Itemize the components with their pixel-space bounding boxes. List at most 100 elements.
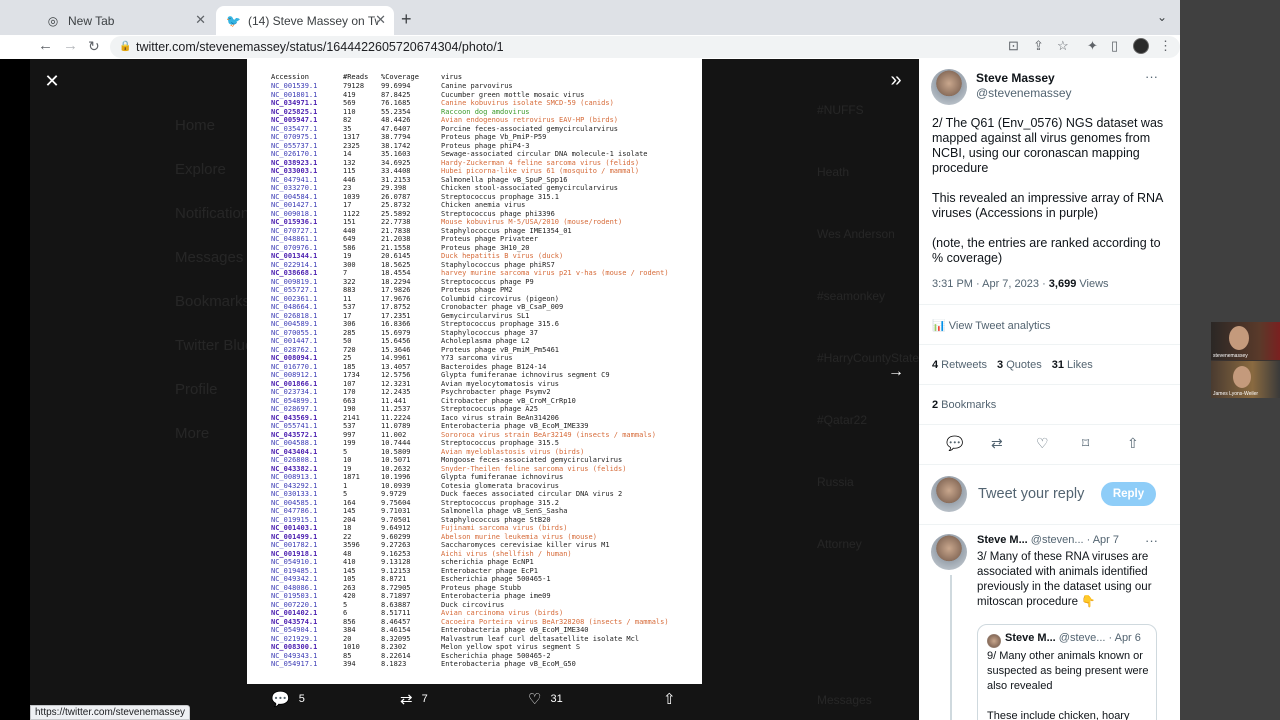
cell-reads: 586 [343, 243, 356, 252]
collapse-panel-icon[interactable]: » [884, 70, 908, 92]
likes-stat[interactable]: 31 Likes [1052, 359, 1093, 371]
quotes-stat[interactable]: 3 Quotes [997, 359, 1042, 371]
tweet-text-2: This revealed an impressive array of RNA… [932, 191, 1163, 220]
cell-coverage: 8.8721 [381, 575, 407, 583]
avatar[interactable] [931, 69, 967, 105]
retweet-action[interactable]: ⇄ 7 [400, 690, 428, 708]
cell-accession: NC_043404.1 [271, 447, 318, 456]
cell-reads: 14 [343, 150, 352, 158]
cell-accession: NC_038923.1 [271, 158, 318, 167]
reply-action[interactable]: 💬 5 [271, 690, 305, 708]
reply-button[interactable]: Reply [1101, 482, 1156, 506]
cell-reads: 20 [343, 634, 352, 643]
install-app-icon[interactable]: ⊡ [1008, 38, 1019, 54]
share-icon[interactable]: ⇧ [1127, 435, 1139, 452]
cell-accession: NC_021929.1 [271, 634, 318, 643]
tab-twitter[interactable]: 🐦 (14) Steve Massey on Twitter: "2/ ✕ [216, 6, 394, 35]
table-row: NC_004589.1 306 16.8366 Streptococcus proph… [271, 320, 691, 329]
avatar[interactable] [931, 534, 967, 570]
quote-handle-date: @steve... · Apr 6 [1055, 632, 1141, 644]
table-row: NC_048086.1 263 8.72905 Proteus phage Stubb [271, 584, 691, 593]
cell-reads: 25 [343, 354, 352, 362]
cell-reads: 537 [343, 422, 356, 430]
tweet-photo[interactable]: Accession #Reads %Coverage virus NC_001539.… [247, 59, 702, 684]
cell-virus-name: Staphylococcus phage IME1354_01 [441, 226, 572, 235]
share-icon[interactable]: ⇪ [1033, 38, 1044, 54]
reply-header[interactable]: Steve M... @steven... · Apr 7 [977, 534, 1119, 546]
cell-coverage: 55.2354 [381, 107, 411, 116]
close-icon[interactable]: ✕ [41, 70, 63, 92]
cell-virus-name: Glypta fumiferanae ichnovirus segment C9 [441, 371, 610, 379]
cell-coverage: 11.002 [381, 430, 407, 439]
retweets-label: Retweets [938, 359, 988, 371]
divider [919, 304, 1180, 305]
cell-reads: 190 [343, 405, 356, 413]
cell-virus-name: Raccoon dog amdovirus [441, 107, 530, 116]
profile-avatar[interactable] [1133, 38, 1149, 54]
cell-coverage: 18.4554 [381, 269, 411, 277]
browser-toolbar: ← → ↻ 🔒 twitter.com/stevenemassey/status… [0, 35, 1180, 59]
bookmark-star-icon[interactable]: ☆ [1057, 38, 1069, 54]
bookmarks-stat[interactable]: 2 Bookmarks [932, 399, 996, 411]
cell-reads: 5 [343, 447, 348, 456]
extensions-puzzle-icon[interactable]: ✦ [1087, 38, 1098, 54]
author-handle[interactable]: @stevenemassey [976, 86, 1072, 100]
close-tab-icon[interactable]: ✕ [375, 13, 386, 27]
reply-icon[interactable]: 💬 [946, 435, 963, 452]
table-row: NC_054910.1 410 9.13128 scherichia phage Ec… [271, 558, 691, 567]
cell-virus-name: harvey murine sarcoma virus p21 v-has (m… [441, 269, 669, 277]
cell-virus-name: Psychrobacter phage Psymv2 [441, 388, 551, 396]
cell-reads: 23 [343, 184, 352, 192]
reply-input[interactable]: Tweet your reply [978, 486, 1084, 502]
bookmarks-label: Bookmarks [938, 399, 997, 411]
sidebar-icon[interactable]: ▯ [1111, 38, 1118, 54]
retweets-stat[interactable]: 4 Retweets [932, 359, 987, 371]
bookmark-icon[interactable]: ⌑ [1082, 435, 1089, 452]
cell-reads: 394 [343, 660, 356, 668]
avatar[interactable] [931, 476, 967, 512]
next-arrow-icon[interactable]: → [884, 360, 908, 384]
cell-accession: NC_054899.1 [271, 396, 318, 405]
cell-virus-name: Escherichia phage 500465-2 [441, 651, 551, 660]
cell-reads: 322 [343, 277, 356, 286]
cell-reads: 285 [343, 328, 356, 337]
retweet-icon[interactable]: ⇄ [991, 435, 1003, 452]
menu-kebab-icon[interactable]: ⋮ [1159, 38, 1172, 54]
cell-virus-name: Proteus phage vB_PmiM_Pm5461 [441, 345, 560, 354]
tweet-time[interactable]: 3:31 PM · Apr 7, 2023 · [932, 278, 1049, 290]
cell-accession: NC_070975.1 [271, 133, 318, 141]
cell-accession: NC_001427.1 [271, 201, 318, 209]
chevron-down-icon[interactable]: ⌄ [1157, 10, 1167, 24]
cell-reads: 17 [343, 311, 352, 320]
cell-reads: 1039 [343, 192, 360, 201]
table-row: NC_043572.1 997 11.002 Sororoca virus strai… [271, 431, 691, 440]
like-heart-icon[interactable]: ♡ [1036, 435, 1049, 452]
table-row: NC_049342.1 105 8.8721 Escherichia phage 50… [271, 575, 691, 584]
back-arrow-icon[interactable]: ← [38, 36, 53, 56]
cell-coverage: 8.51711 [381, 609, 411, 617]
cell-reads: 107 [343, 379, 356, 388]
like-action[interactable]: ♡ 31 [528, 690, 563, 708]
author-name[interactable]: Steve Massey [976, 71, 1055, 85]
more-options-icon[interactable]: ··· [1145, 69, 1158, 84]
cell-coverage: 18.2294 [381, 277, 411, 286]
share-action[interactable]: ⇧ [663, 690, 676, 708]
more-options-icon[interactable]: ··· [1145, 533, 1158, 548]
cell-reads: 164 [343, 498, 356, 507]
cell-reads: 649 [343, 235, 356, 243]
divider [919, 424, 1180, 425]
view-analytics-link[interactable]: 📊 View Tweet analytics [932, 319, 1050, 332]
cell-accession: NC_028762.1 [271, 345, 318, 354]
forward-arrow-icon[interactable]: → [63, 36, 78, 56]
address-bar[interactable]: 🔒 twitter.com/stevenemassey/status/16444… [110, 36, 1180, 58]
new-tab-plus-icon[interactable]: + [401, 9, 412, 30]
cell-accession: NC_008300.1 [271, 643, 318, 651]
cell-coverage: 11.2224 [381, 413, 411, 422]
tab-new-tab[interactable]: ◎ New Tab ✕ [36, 6, 214, 35]
cell-coverage: 9.16253 [381, 549, 411, 558]
cell-accession: NC_048086.1 [271, 583, 318, 592]
reload-icon[interactable]: ↻ [88, 36, 100, 56]
cell-coverage: 9.75604 [381, 498, 411, 507]
quoted-tweet[interactable]: Steve M... @steve... · Apr 6 9/ Many oth… [977, 624, 1157, 720]
close-tab-icon[interactable]: ✕ [195, 13, 206, 27]
